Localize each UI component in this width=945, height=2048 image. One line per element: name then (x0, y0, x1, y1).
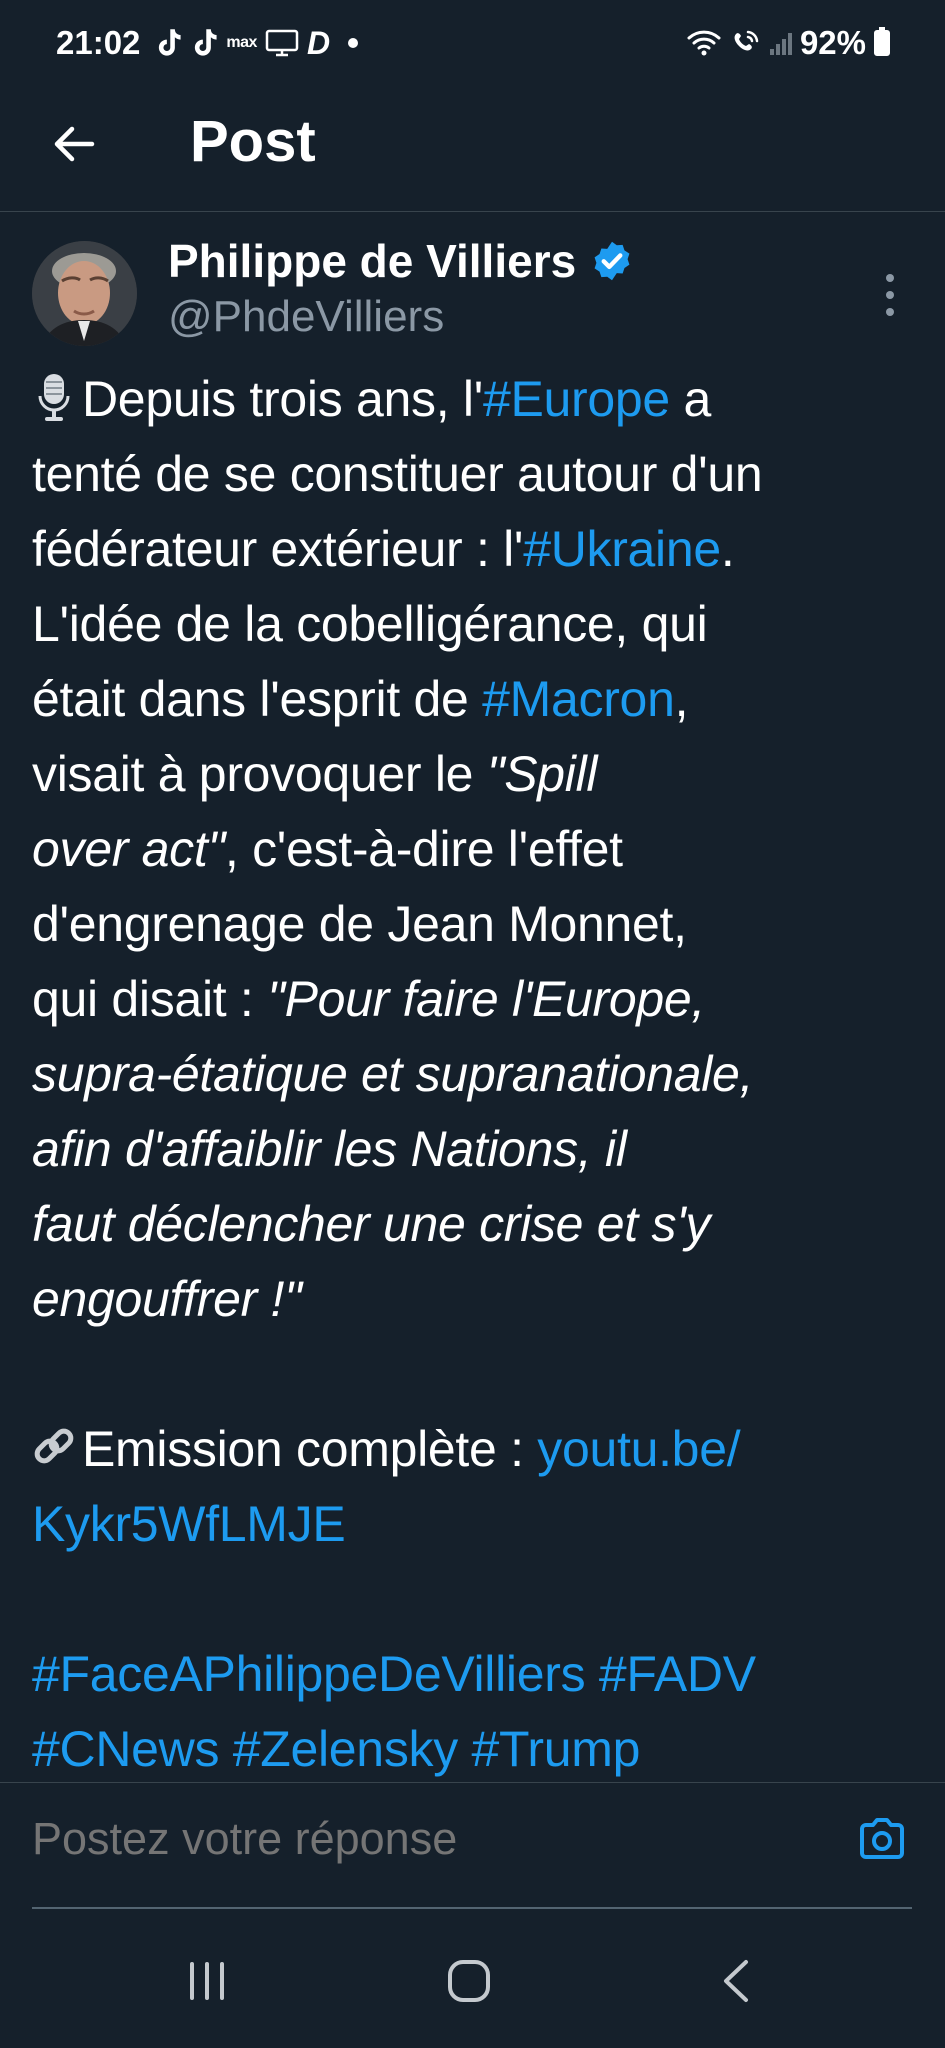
d-icon: D (306, 25, 331, 61)
post-line: L'idée de la cobelligérance, qui (32, 596, 708, 652)
post-line: afin d'affaiblir les Nations, il (32, 1121, 627, 1177)
top-app-bar: Post (0, 86, 945, 212)
dot-icon (348, 38, 359, 48)
post-line: supra-étatique et supranationale, (32, 1046, 754, 1102)
wifi-call-icon (734, 30, 759, 51)
page-title: Post (190, 109, 316, 174)
status-right: 92% (686, 24, 890, 62)
reply-bar (0, 1782, 945, 1909)
post-text: Depuis trois ans, l'#Europe a tenté de s… (32, 362, 927, 1782)
post-line: #FaceAPhilippeDeVilliers #FADV (32, 1637, 927, 1712)
avatar[interactable] (32, 241, 137, 346)
monitor-icon (265, 29, 299, 57)
reply-divider (32, 1907, 912, 1909)
system-navigation-bar (0, 1920, 945, 2048)
external-link[interactable]: youtu.be/ (537, 1421, 740, 1477)
tiktok-icon (159, 29, 181, 56)
battery-percentage: 92% (799, 24, 866, 61)
reply-input[interactable] (32, 1809, 832, 1869)
post-line: tenté de se constituer autour d'un (32, 446, 763, 502)
hashtag-link[interactable]: #FaceAPhilippeDeVilliers (32, 1646, 586, 1702)
hashtag-link[interactable]: #FADV (599, 1646, 756, 1702)
post-line: fédérateur extérieur : l'#Ukraine. (32, 521, 735, 577)
hashtag-link[interactable]: #Macron (482, 671, 675, 727)
back-arrow-icon[interactable] (48, 118, 100, 170)
post-line: visait à provoquer le "Spill (32, 746, 598, 802)
signal-icon (769, 31, 792, 55)
verified-badge-icon (594, 241, 630, 281)
post-line: over act", c'est-à-dire l'effet (32, 821, 623, 877)
post-line: d'engrenage de Jean Monnet, (32, 896, 687, 952)
status-time: 21:02 (56, 24, 141, 61)
back-icon[interactable] (720, 1958, 752, 2004)
wifi-icon (687, 30, 721, 56)
camera-icon[interactable] (856, 1813, 908, 1865)
hashtag-link[interactable]: #CNews (32, 1721, 219, 1777)
hashtag-link[interactable]: #Europe (483, 371, 670, 427)
home-icon[interactable] (446, 1958, 492, 2004)
post-line: faut déclencher une crise et s'y (32, 1196, 711, 1252)
hashtag-link[interactable]: #Ukraine (523, 521, 721, 577)
post-line: qui disait : "Pour faire l'Europe, (32, 971, 706, 1027)
microphone-icon (38, 374, 70, 421)
status-left: 21:02 max D (56, 24, 359, 62)
hashtag-link[interactable]: #Trump (472, 1721, 641, 1777)
hashtag-link[interactable]: #Zelensky (233, 1721, 458, 1777)
recent-apps-icon[interactable] (186, 1960, 228, 2002)
author-name-text: Philippe de Villiers (168, 235, 577, 287)
external-link[interactable]: Kykr5WfLMJE (32, 1487, 927, 1562)
more-options-icon[interactable] (880, 270, 900, 320)
post-line: Depuis trois ans, l'#Europe a (32, 362, 927, 437)
max-icon: max (226, 34, 257, 51)
link-icon (34, 1428, 74, 1464)
battery-icon (874, 27, 890, 56)
post: Philippe de Villiers @PhdeVilliers Depui… (0, 212, 945, 1782)
status-bar: 21:02 max D 92% (0, 0, 945, 86)
author-handle[interactable]: @PhdeVilliers (168, 292, 444, 342)
tiktok-icon (195, 29, 217, 56)
post-line: était dans l'esprit de #Macron, (32, 671, 689, 727)
author-name[interactable]: Philippe de Villiers (168, 234, 634, 288)
post-line: Emission complète : youtu.be/ (32, 1412, 927, 1487)
notification-icons: max D (154, 25, 359, 61)
post-line: #CNews #Zelensky #Trump (32, 1712, 927, 1782)
post-line: engouffrer !" (32, 1271, 302, 1327)
